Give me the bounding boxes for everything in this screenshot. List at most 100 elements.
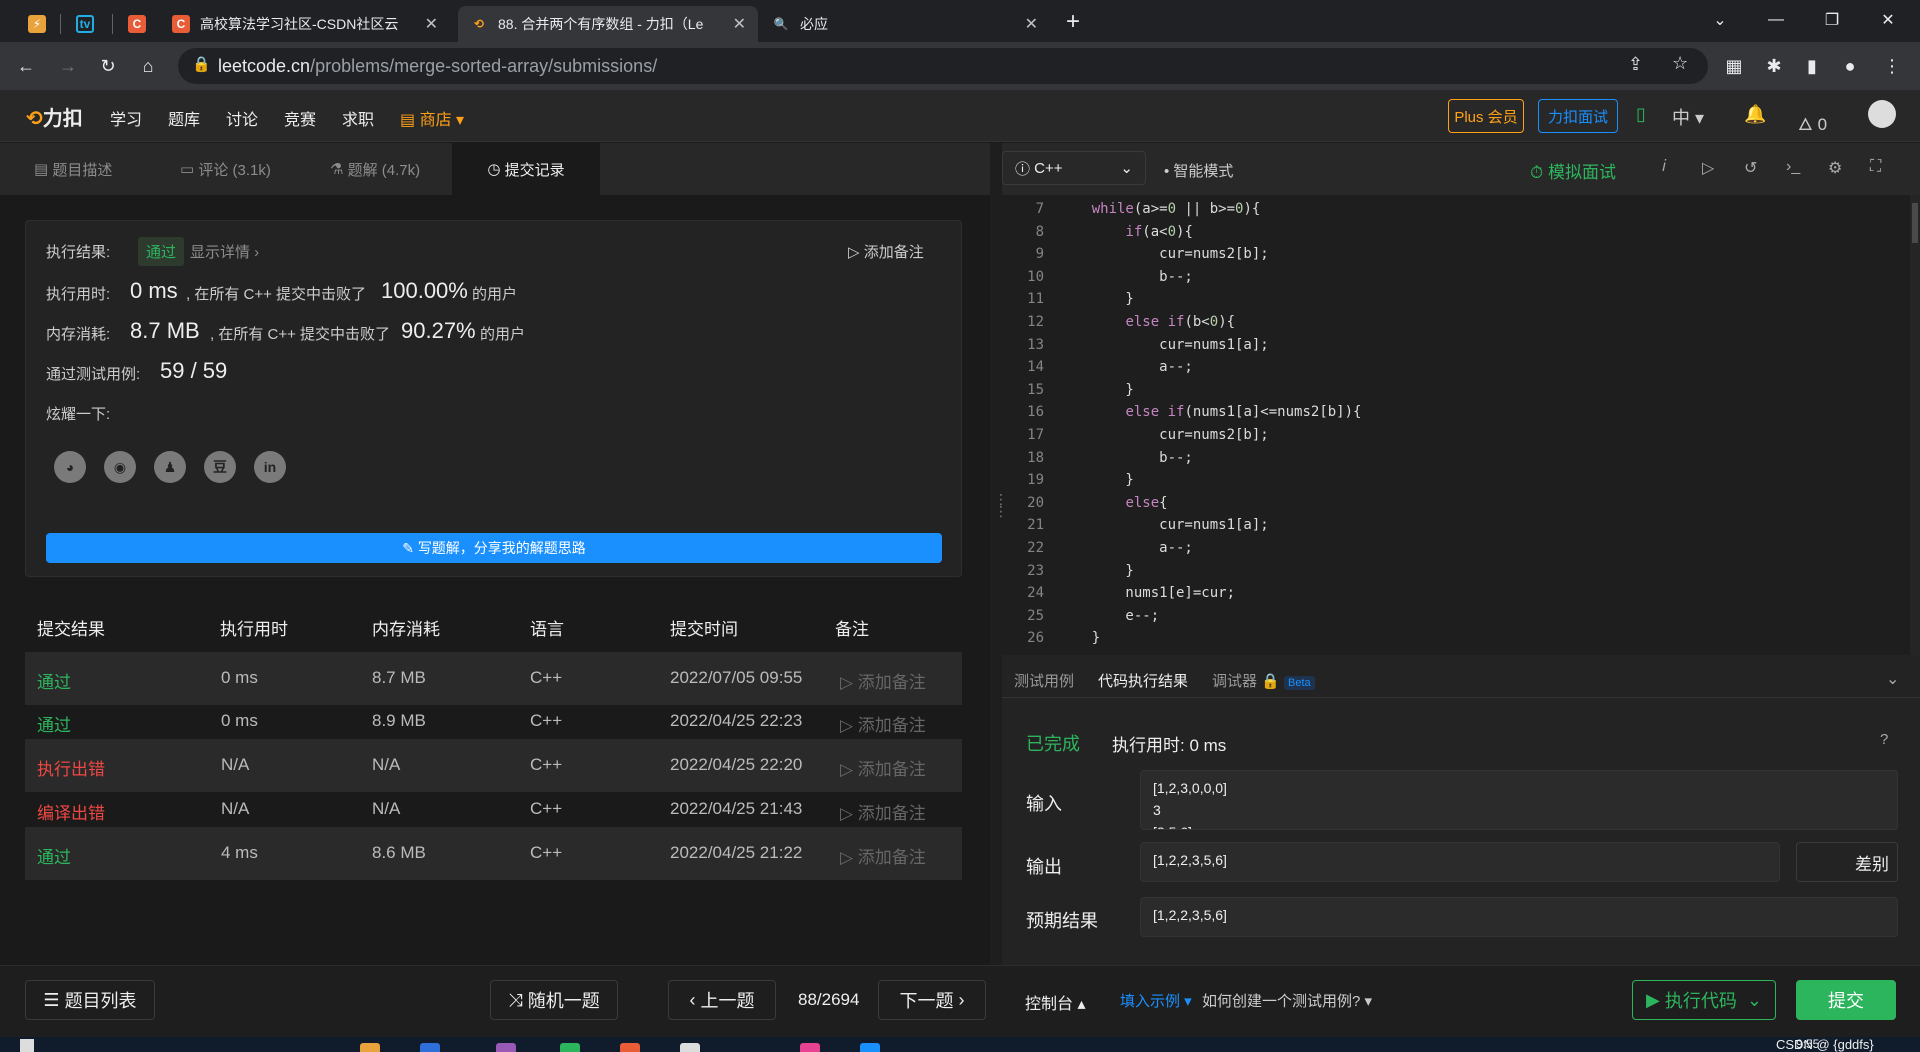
phone-icon[interactable]: ▯ (1636, 104, 1646, 125)
fire-counter[interactable]: 🜂 0 (1798, 105, 1827, 140)
tab-description[interactable]: ▤ 题目描述 (34, 143, 112, 195)
profile-icon[interactable]: ● (1836, 52, 1864, 80)
close-window-button[interactable]: ✕ (1860, 0, 1916, 40)
code-line[interactable]: cur=nums2[b]; (1058, 246, 1269, 262)
interview-button[interactable]: 力扣面试 (1538, 99, 1618, 133)
language-select[interactable]: ⓘ C++ ⌄ (1002, 151, 1146, 185)
nav-discuss[interactable]: 讨论 (226, 106, 258, 130)
add-note-button[interactable]: ▷ 添加备注 (848, 241, 924, 262)
nav-problems[interactable]: 题库 (168, 106, 200, 130)
submission-note[interactable]: ▷ 添加备注 (840, 843, 926, 868)
code-line[interactable]: while(a>=0 || b>=0){ (1058, 201, 1261, 217)
reset-icon[interactable]: ↺ (1744, 158, 1757, 178)
qq-icon[interactable]: ♟ (154, 451, 186, 483)
code-line[interactable]: } (1058, 291, 1133, 307)
tab-5[interactable]: 🔍 必应 ✕ (760, 6, 1050, 42)
tab-search-icon[interactable]: ⌄ (1692, 0, 1748, 40)
code-line[interactable]: b--; (1058, 450, 1193, 466)
next-problem-button[interactable]: 下一题 › (878, 980, 986, 1020)
code-line[interactable]: cur=nums2[b]; (1058, 427, 1269, 443)
code-line[interactable]: } (1058, 382, 1133, 398)
console-toggle[interactable]: 控制台 ▴ (1025, 990, 1086, 1014)
app-icon[interactable] (360, 1043, 380, 1052)
smart-mode-toggle[interactable]: • 智能模式 (1164, 160, 1233, 181)
sidepanel-icon[interactable]: ▮ (1798, 52, 1826, 80)
play-icon[interactable]: ▷ (1702, 158, 1714, 178)
nav-learn[interactable]: 学习 (110, 106, 142, 130)
problem-list-button[interactable]: ☰ 题目列表 (25, 980, 155, 1020)
collapse-icon[interactable]: ⌄ (1886, 669, 1899, 689)
tab-4[interactable]: ⟲ 88. 合并两个有序数组 - 力扣（Le ✕ (458, 6, 758, 42)
tab-solutions[interactable]: ⚗ 题解 (4.7k) (330, 143, 420, 195)
random-problem-button[interactable]: ⤨ 随机一题 (490, 980, 618, 1020)
fullscreen-icon[interactable]: ⛶ (1870, 158, 1881, 176)
code-line[interactable]: else if(nums1[a]<=nums2[b]){ (1058, 404, 1361, 420)
code-line[interactable]: e--; (1058, 608, 1159, 624)
submission-status[interactable]: 编译出错 (37, 799, 105, 824)
app-icon[interactable] (800, 1043, 820, 1052)
chrome-icon[interactable] (620, 1043, 640, 1052)
code-line[interactable]: a--; (1058, 359, 1193, 375)
code-line[interactable]: } (1058, 630, 1100, 646)
terminal-icon[interactable]: ›_ (1786, 158, 1800, 176)
submission-status[interactable]: 通过 (37, 843, 71, 868)
tab-2[interactable]: C (116, 6, 156, 42)
pane-splitter[interactable]: ⋮ ⋮ (990, 143, 1008, 965)
mock-interview-button[interactable]: ⏱ 模拟面试 (1530, 158, 1616, 183)
douban-icon[interactable]: 豆 (204, 451, 236, 483)
editor-scrollbar[interactable] (1910, 195, 1920, 655)
code-line[interactable]: else if(b<0){ (1058, 314, 1235, 330)
nav-jobs[interactable]: 求职 (342, 106, 374, 130)
code-line[interactable]: } (1058, 563, 1133, 579)
table-row[interactable]: 通过 4 ms 8.6 MB C++ 2022/04/25 21:22 ▷ 添加备注 (25, 827, 962, 880)
app-icon[interactable] (496, 1043, 516, 1052)
new-tab-button[interactable]: + (1066, 8, 1080, 36)
run-code-button[interactable]: ▶ 执行代码 ⌄ (1632, 980, 1776, 1020)
forward-icon[interactable]: → (54, 52, 82, 80)
avatar[interactable] (1868, 100, 1896, 128)
wechat-icon[interactable]: ◕ (54, 451, 86, 483)
how-to-testcase-link[interactable]: 如何创建一个测试用例? ▾ (1202, 990, 1372, 1011)
share-icon[interactable]: ⇪ (1628, 54, 1643, 75)
submission-note[interactable]: ▷ 添加备注 (840, 799, 926, 824)
prev-problem-button[interactable]: ‹ 上一题 (668, 980, 776, 1020)
back-icon[interactable]: ← (12, 52, 40, 80)
minimize-button[interactable]: — (1748, 0, 1804, 40)
code-line[interactable]: cur=nums1[a]; (1058, 337, 1269, 353)
puzzle-icon[interactable]: ✱ (1760, 52, 1788, 80)
tab-1[interactable]: tv (64, 6, 104, 42)
menu-icon[interactable]: ⋮ (1878, 52, 1906, 80)
tab-comments[interactable]: ▭ 评论 (3.1k) (180, 143, 271, 195)
close-icon[interactable]: ✕ (733, 14, 746, 34)
code-line[interactable]: else{ (1058, 495, 1167, 511)
tab-testcase[interactable]: 测试用例 (1014, 670, 1074, 691)
submit-button[interactable]: 提交 (1796, 980, 1896, 1020)
code-line[interactable]: a--; (1058, 540, 1193, 556)
weibo-icon[interactable]: ◉ (104, 451, 136, 483)
submission-note[interactable]: ▷ 添加备注 (840, 755, 926, 780)
reload-icon[interactable]: ↻ (94, 52, 122, 80)
settings-icon[interactable]: ⚙ (1828, 158, 1842, 178)
code-line[interactable]: b--; (1058, 269, 1193, 285)
tab-debugger[interactable]: 调试器 🔒 Beta (1212, 670, 1315, 691)
submission-note[interactable]: ▷ 添加备注 (840, 668, 926, 693)
submission-status[interactable]: 通过 (37, 711, 71, 736)
close-icon[interactable]: ✕ (1025, 14, 1038, 34)
windows-start-icon[interactable] (20, 1039, 34, 1052)
bell-icon[interactable]: 🔔 (1744, 104, 1766, 125)
tab-0[interactable]: ⚡ (16, 6, 56, 42)
app-icon[interactable] (560, 1043, 580, 1052)
restore-button[interactable]: ❐ (1804, 0, 1860, 40)
write-solution-button[interactable]: ✎ 写题解，分享我的解题思路 (46, 533, 942, 563)
extension-icon[interactable]: ▦ (1720, 52, 1748, 80)
app-icon[interactable] (860, 1043, 880, 1052)
help-icon[interactable]: ? (1880, 731, 1888, 748)
submission-status[interactable]: 通过 (37, 668, 71, 693)
code-line[interactable]: cur=nums1[a]; (1058, 517, 1269, 533)
language-switch[interactable]: 中 ▾ (1672, 104, 1704, 130)
code-line[interactable]: nums1[e]=cur; (1058, 585, 1235, 601)
plus-button[interactable]: Plus 会员 (1448, 99, 1524, 133)
star-icon[interactable]: ☆ (1672, 53, 1688, 74)
show-details-link[interactable]: 显示详情 › (190, 241, 259, 262)
code-editor[interactable]: 7 while(a>=0 || b>=0){8 if(a<0){9 cur=nu… (1002, 195, 1920, 655)
